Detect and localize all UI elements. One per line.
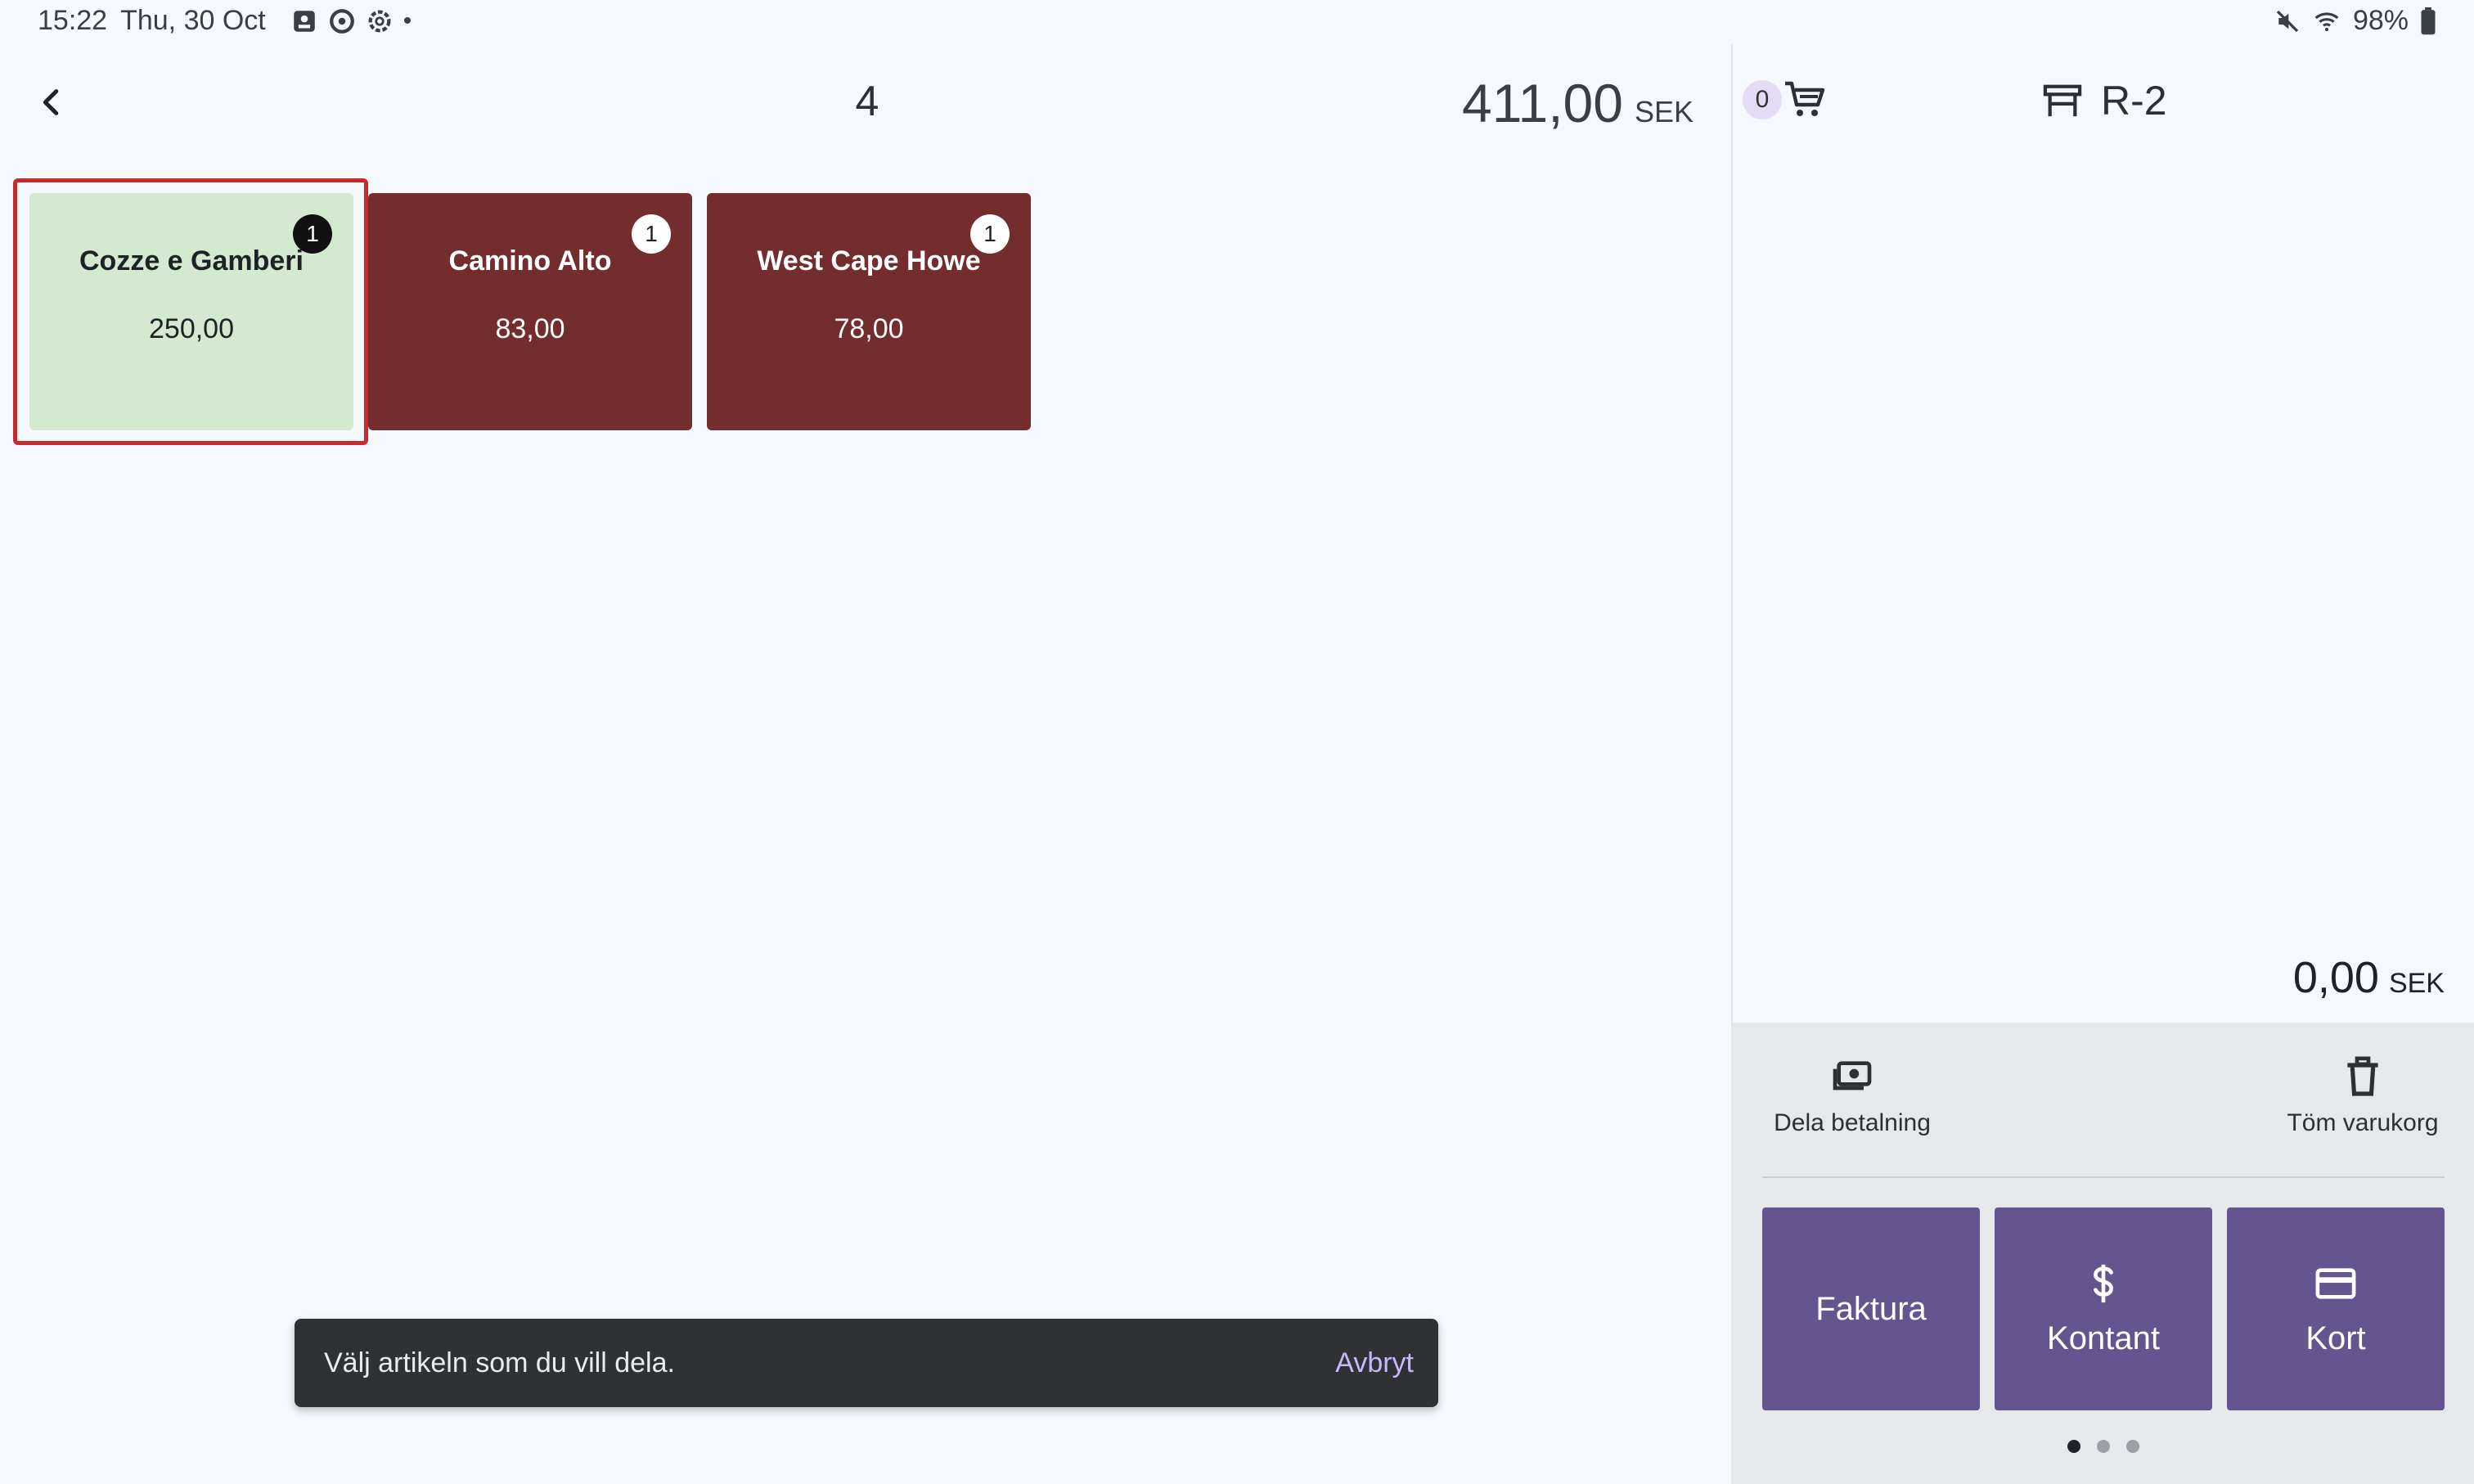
notification-app-icon bbox=[293, 10, 315, 32]
cart-count-badge: 0 bbox=[1743, 80, 1782, 119]
split-payment-label: Dela betalning bbox=[1774, 1109, 1931, 1136]
battery-icon bbox=[2421, 7, 2436, 34]
clear-cart-button[interactable]: Töm varukorg bbox=[2281, 1054, 2445, 1137]
item-tile[interactable]: 1 Camino Alto 83,00 bbox=[368, 193, 692, 430]
status-right: 98% bbox=[2274, 5, 2436, 37]
item-name: Camino Alto bbox=[448, 245, 612, 277]
trash-icon bbox=[2347, 1056, 2378, 1096]
cart-pane: 0 R-2 0,00 SEK Dela betalning Töm varuko… bbox=[1731, 44, 2474, 1484]
back-button[interactable] bbox=[33, 83, 70, 121]
mute-icon bbox=[2276, 10, 2299, 32]
status-left: 15:22 Thu, 30 Oct • bbox=[38, 5, 412, 37]
page-dot[interactable] bbox=[2097, 1440, 2110, 1453]
battery-percent: 98% bbox=[2352, 5, 2409, 36]
cart-total-currency: SEK bbox=[2388, 968, 2445, 999]
item-tile[interactable]: 1 Cozze e Gamberi 250,00 bbox=[29, 193, 353, 430]
item-price: 78,00 bbox=[834, 313, 904, 344]
card-label: Kort bbox=[2305, 1320, 2366, 1356]
item-qty-badge: 1 bbox=[632, 214, 671, 254]
table-icon bbox=[2043, 84, 2082, 117]
clear-cart-label: Töm varukorg bbox=[2287, 1109, 2439, 1136]
cart-total: 0,00 SEK bbox=[2293, 952, 2445, 1003]
page-dot[interactable] bbox=[2126, 1440, 2139, 1453]
item-count: 4 bbox=[855, 78, 879, 125]
notification-icons: • bbox=[290, 7, 412, 35]
action-panel: Dela betalning Töm varukorg Faktura Kont… bbox=[1733, 1023, 2474, 1484]
more-dot-icon: • bbox=[403, 7, 412, 34]
snackbar-cancel-button[interactable]: Avbryt bbox=[1335, 1347, 1414, 1379]
settings-icon bbox=[368, 10, 391, 32]
snackbar-message: Välj artikeln som du vill dela. bbox=[324, 1347, 675, 1378]
order-total: 411,00 SEK bbox=[1462, 72, 1694, 134]
invoice-button[interactable]: Faktura bbox=[1762, 1207, 1980, 1410]
wifi-icon bbox=[2314, 11, 2339, 31]
table-name[interactable]: R-2 bbox=[2101, 77, 2167, 124]
sync-icon bbox=[329, 8, 354, 34]
order-total-amount: 411,00 bbox=[1461, 73, 1623, 133]
cart-total-amount: 0,00 bbox=[2292, 953, 2379, 1002]
page-indicator bbox=[1733, 1440, 2474, 1453]
item-qty-badge: 1 bbox=[293, 214, 332, 254]
item-price: 83,00 bbox=[495, 313, 565, 344]
dollar-icon bbox=[2081, 1261, 2125, 1306]
item-price: 250,00 bbox=[149, 313, 234, 344]
order-total-currency: SEK bbox=[1634, 95, 1694, 128]
item-grid: 1 Cozze e Gamberi 250,00 1 Camino Alto 8… bbox=[29, 193, 1031, 430]
invoice-label: Faktura bbox=[1815, 1290, 1927, 1327]
divider bbox=[1762, 1176, 2445, 1178]
split-payment-button[interactable]: Dela betalning bbox=[1762, 1054, 1942, 1137]
item-qty-badge: 1 bbox=[970, 214, 1010, 254]
money-icon bbox=[1833, 1061, 1872, 1091]
status-bar: 15:22 Thu, 30 Oct • 98% bbox=[0, 0, 2474, 44]
status-time: 15:22 bbox=[38, 5, 108, 36]
chevron-left-icon bbox=[43, 89, 59, 115]
item-name: Cozze e Gamberi bbox=[79, 245, 304, 277]
snackbar: Välj artikeln som du vill dela. Avbryt bbox=[295, 1319, 1438, 1407]
cart-icon[interactable] bbox=[1784, 80, 1826, 119]
card-button[interactable]: Kort bbox=[2227, 1207, 2445, 1410]
split-items-pane: 4 411,00 SEK 1 Cozze e Gamberi 250,00 1 … bbox=[0, 44, 1731, 1484]
cash-label: Kontant bbox=[2047, 1320, 2160, 1356]
item-tile[interactable]: 1 West Cape Howe 78,00 bbox=[707, 193, 1031, 430]
cash-button[interactable]: Kontant bbox=[1995, 1207, 2212, 1410]
item-name: West Cape Howe bbox=[757, 245, 981, 277]
page-dot-active[interactable] bbox=[2067, 1440, 2080, 1453]
payment-buttons: Faktura Kontant Kort bbox=[1762, 1207, 2445, 1410]
status-date: Thu, 30 Oct bbox=[120, 5, 266, 36]
card-icon bbox=[2314, 1261, 2358, 1306]
